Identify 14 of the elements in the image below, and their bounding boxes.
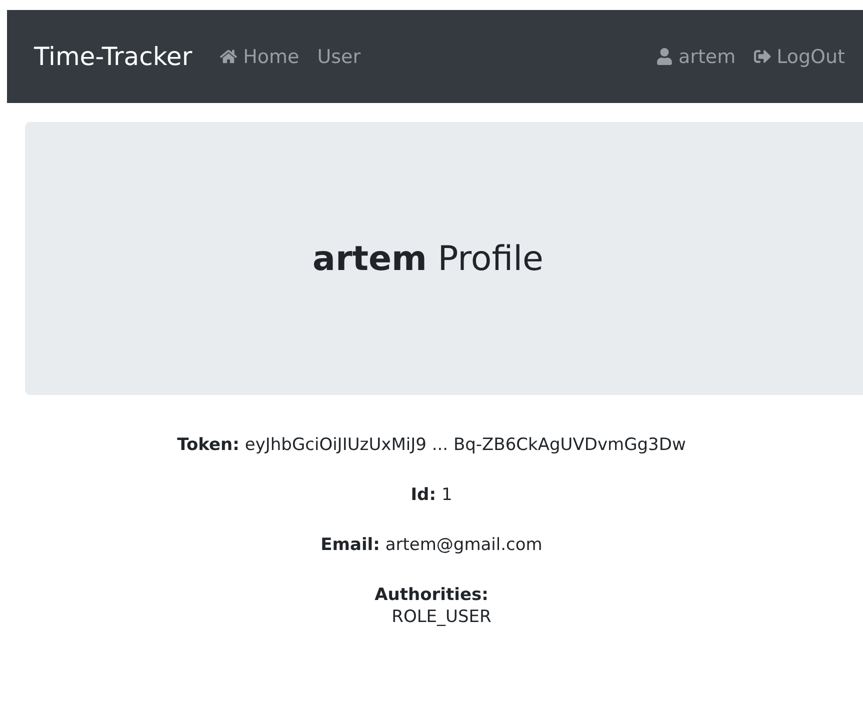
nav-link[interactable]: artem <box>656 46 736 68</box>
authorities-label: Authorities: <box>374 585 488 605</box>
profile-field: Email: artem@gmail.com <box>320 535 542 555</box>
profile-field: Token: eyJhbGciOiJIUzUxMiJ9 ... Bq-ZB6CkAgUVDvmGg3Dw <box>177 435 686 455</box>
nav-link[interactable]: Home <box>220 46 300 68</box>
nav-link[interactable]: LogOut <box>754 46 845 68</box>
home-icon <box>220 48 238 65</box>
nav-link[interactable]: User <box>317 46 361 68</box>
authority-item: ROLE_USER <box>392 607 492 627</box>
logout-icon <box>754 48 771 65</box>
profile-field: Id: 1 <box>410 485 452 505</box>
user-icon <box>656 48 672 65</box>
profile-title: artem Profile <box>312 238 544 278</box>
brand-link[interactable]: Time-Tracker <box>34 42 192 71</box>
